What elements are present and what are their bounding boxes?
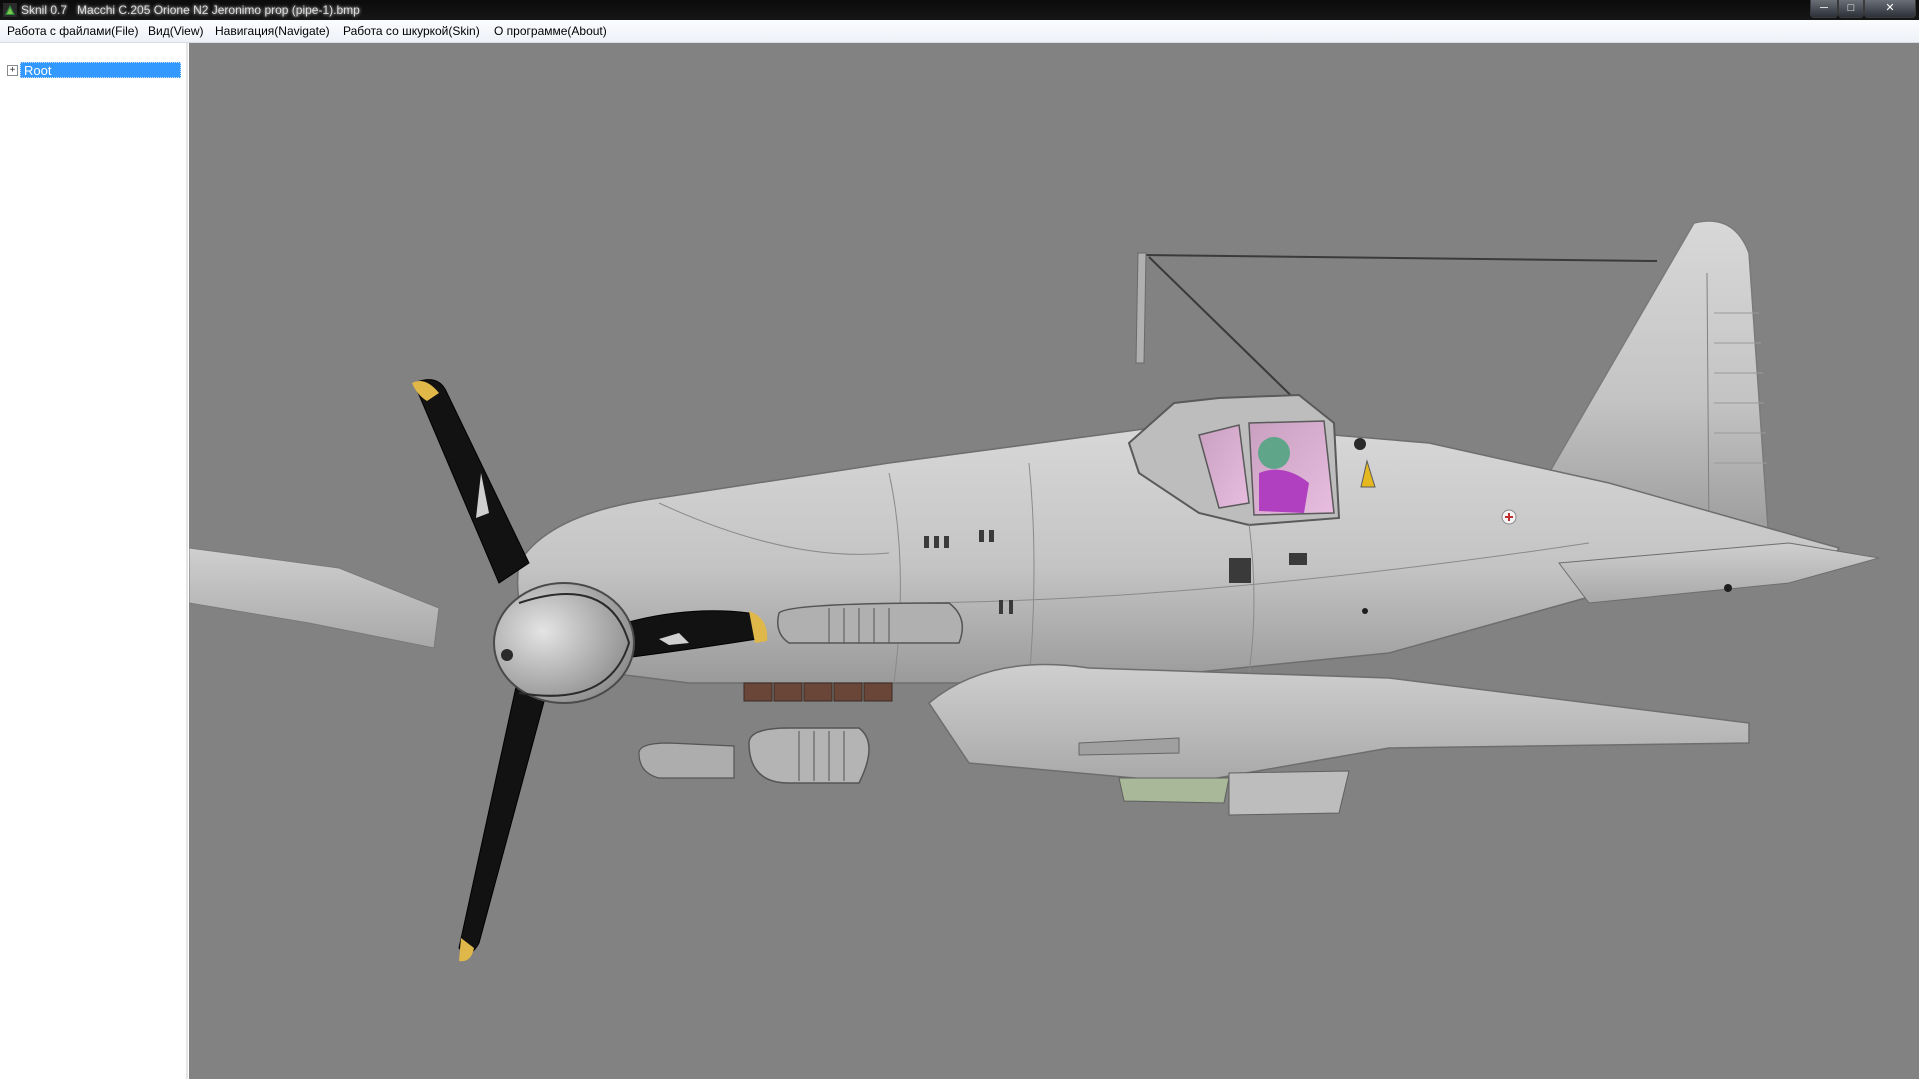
tree-root-node[interactable]: Root xyxy=(20,62,181,78)
propeller-blade-bottom xyxy=(458,672,550,954)
close-button[interactable]: ✕ xyxy=(1864,0,1916,18)
propeller-spinner xyxy=(493,582,635,704)
maximize-icon: □ xyxy=(1847,2,1855,14)
menu-file[interactable]: Работа с файлами(File) xyxy=(7,24,138,38)
title-bar[interactable]: Sknil 0.7 Macchi C.205 Orione N2 Jeronim… xyxy=(0,0,1919,20)
3d-viewport[interactable] xyxy=(189,43,1919,1079)
tree-panel[interactable]: + Root xyxy=(0,43,187,1079)
radiator xyxy=(1118,777,1230,804)
menu-skin[interactable]: Работа со шкуркой(Skin) xyxy=(343,24,480,38)
propeller-blade-top xyxy=(413,379,530,584)
window-title: Sknil 0.7 Macchi C.205 Orione N2 Jeronim… xyxy=(21,3,360,17)
minimize-icon: ─ xyxy=(1820,2,1828,14)
menu-view[interactable]: Вид(View) xyxy=(148,24,204,38)
minimize-button[interactable]: ─ xyxy=(1810,0,1838,18)
aircraft-model-render xyxy=(189,220,1880,962)
close-icon: ✕ xyxy=(1885,2,1895,14)
menu-bar: Работа с файлами(File) Вид(View) Навигац… xyxy=(0,20,1919,43)
left-wing xyxy=(189,547,440,649)
menu-navigate[interactable]: Навигация(Navigate) xyxy=(215,24,330,38)
maximize-button[interactable]: □ xyxy=(1838,0,1864,18)
app-icon xyxy=(3,3,17,17)
panel-splitter[interactable] xyxy=(186,43,188,1079)
tree-expand-icon[interactable]: + xyxy=(7,65,18,76)
right-wing xyxy=(928,663,1750,784)
menu-about[interactable]: О программе(About) xyxy=(494,24,607,38)
